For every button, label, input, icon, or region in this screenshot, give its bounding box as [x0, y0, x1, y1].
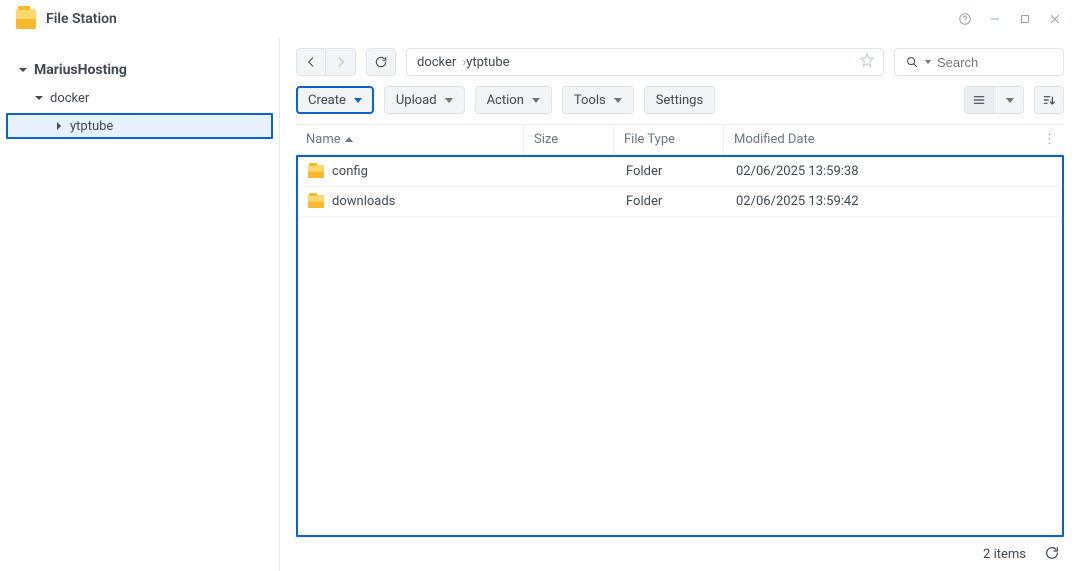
minimize-button[interactable] — [982, 6, 1008, 32]
col-header-type[interactable]: File Type — [614, 125, 724, 154]
caret-down-icon — [354, 98, 362, 103]
file-name: downloads — [332, 194, 395, 209]
refresh-button[interactable] — [366, 48, 396, 76]
tools-button[interactable]: Tools — [562, 86, 634, 114]
search-icon — [905, 55, 919, 69]
nav-forward-button[interactable] — [326, 48, 356, 76]
folder-icon — [308, 165, 324, 178]
file-type: Folder — [616, 164, 726, 179]
search-input[interactable] — [937, 55, 1053, 70]
tree-root[interactable]: MariusHosting — [0, 56, 279, 84]
app-icon — [16, 9, 36, 29]
help-button[interactable] — [952, 6, 978, 32]
breadcrumb[interactable]: docker› ytptube — [406, 48, 884, 76]
tree-label: MariusHosting — [34, 62, 127, 78]
status-refresh-button[interactable] — [1040, 541, 1064, 569]
sort-asc-icon — [345, 137, 353, 142]
table-header: Name Size File Type Modified Date ⋮ — [296, 125, 1064, 155]
caret-down-icon — [532, 98, 540, 103]
upload-button[interactable]: Upload — [384, 86, 465, 114]
status-items-count: 2 items — [983, 547, 1026, 562]
sidebar: MariusHosting docker ytptube — [0, 38, 280, 571]
view-options-button[interactable] — [994, 86, 1024, 114]
search-field[interactable] — [894, 48, 1064, 76]
column-options-icon[interactable]: ⋮ — [1039, 132, 1060, 147]
table-row[interactable]: config Folder 02/06/2025 13:59:38 — [298, 157, 1062, 187]
tools-button-label: Tools — [574, 93, 606, 108]
create-button[interactable]: Create — [296, 86, 374, 114]
breadcrumb-part[interactable]: ytptube — [466, 55, 509, 70]
caret-down-icon — [614, 98, 622, 103]
caret-right-icon — [54, 121, 64, 131]
close-button[interactable] — [1042, 6, 1068, 32]
folder-icon — [308, 195, 324, 208]
col-header-name[interactable]: Name — [296, 125, 524, 154]
tree-label: docker — [50, 91, 89, 106]
upload-button-label: Upload — [396, 93, 437, 108]
table-row[interactable]: downloads Folder 02/06/2025 13:59:42 — [298, 187, 1062, 217]
caret-down-icon — [925, 60, 931, 64]
caret-down-icon — [445, 98, 453, 103]
favorite-star-icon[interactable] — [859, 52, 875, 72]
tree-label: ytptube — [70, 119, 113, 134]
tree-item-ytptube[interactable]: ytptube — [6, 113, 273, 139]
tree-item-docker[interactable]: docker — [0, 84, 279, 112]
file-name: config — [332, 164, 368, 179]
file-modified: 02/06/2025 13:59:38 — [726, 164, 1062, 179]
caret-down-icon — [34, 93, 44, 103]
caret-down-icon — [1006, 98, 1014, 103]
settings-button[interactable]: Settings — [644, 86, 715, 114]
file-modified: 02/06/2025 13:59:42 — [726, 194, 1062, 209]
action-button[interactable]: Action — [475, 86, 552, 114]
file-type: Folder — [616, 194, 726, 209]
view-list-button[interactable] — [964, 86, 994, 114]
nav-back-button[interactable] — [296, 48, 326, 76]
caret-down-icon — [18, 65, 28, 75]
maximize-button[interactable] — [1012, 6, 1038, 32]
settings-button-label: Settings — [656, 93, 703, 108]
create-button-label: Create — [308, 93, 346, 108]
action-button-label: Action — [487, 93, 524, 108]
app-title: File Station — [46, 11, 117, 27]
col-header-size[interactable]: Size — [524, 125, 614, 154]
breadcrumb-part[interactable]: docker — [417, 55, 456, 70]
col-header-modified[interactable]: Modified Date — [724, 125, 1064, 154]
sort-button[interactable] — [1034, 86, 1064, 114]
